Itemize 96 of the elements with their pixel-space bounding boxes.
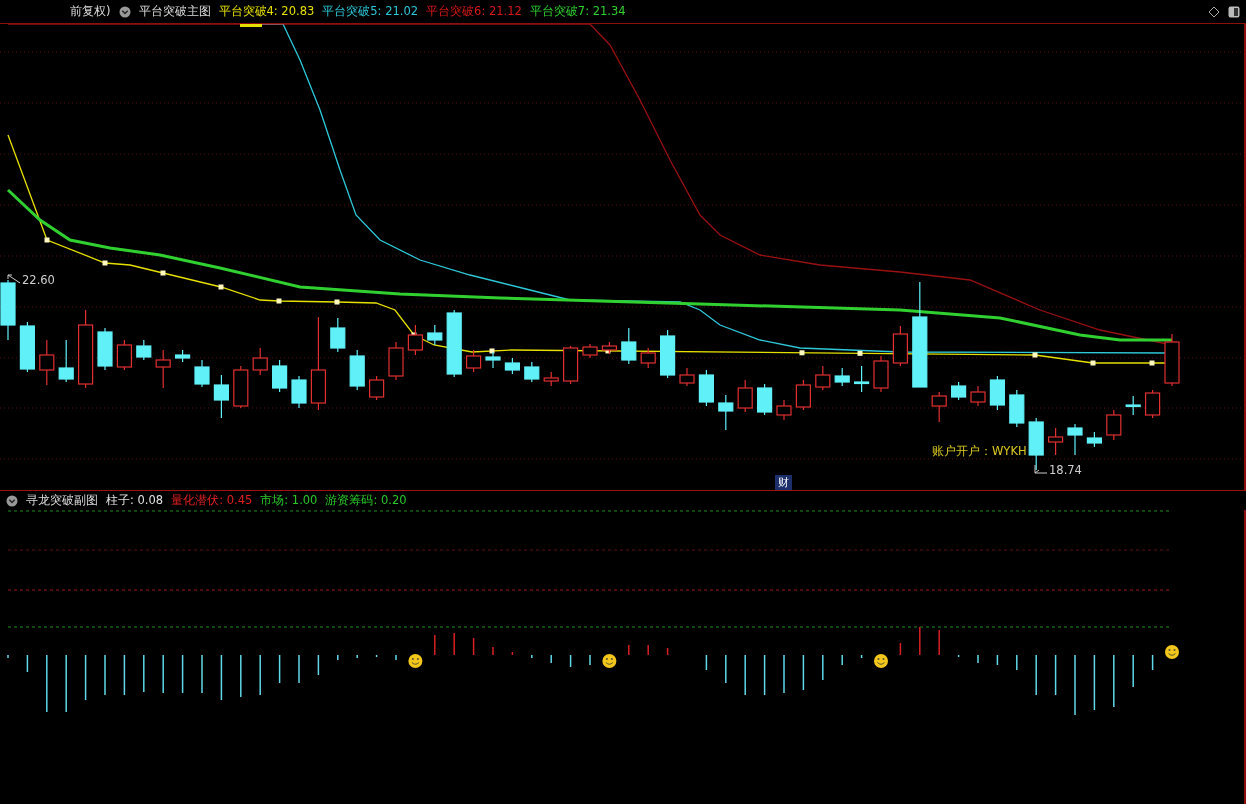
collapse-icon[interactable]: [6, 494, 18, 507]
high-price-label: 22.60: [22, 273, 55, 287]
indicator-value: 平台突破4: 20.83: [218, 4, 315, 19]
candlestick: [776, 399, 792, 421]
indicator-value: 市场: 1.00: [260, 493, 318, 508]
candlestick: [543, 371, 559, 387]
candlestick: [660, 329, 676, 379]
indicator-value: 柱子: 0.08: [106, 493, 164, 508]
candlestick: [757, 383, 773, 416]
candlestick: [1009, 389, 1025, 428]
candlestick: [291, 375, 307, 409]
candlestick: [1028, 417, 1044, 471]
candlestick: [698, 369, 714, 407]
point-marker: [276, 298, 282, 304]
smiley-icon: [1165, 645, 1179, 659]
candlestick: [0, 279, 16, 341]
main-chart-title: 平台突破主图: [138, 4, 211, 19]
point-marker: [1032, 352, 1038, 358]
account-note: 账户开户：WYKH: [932, 444, 1027, 459]
candlestick: [58, 339, 74, 383]
candlestick: [563, 345, 579, 385]
candlestick: [155, 349, 171, 389]
point-marker: [160, 270, 166, 276]
candlestick: [601, 341, 617, 355]
indicator-value: 量化潜伏: 0.45: [171, 493, 253, 508]
arrow-icon: [7, 274, 21, 284]
candlestick: [582, 343, 598, 359]
candlestick: [873, 355, 889, 393]
point-marker: [857, 350, 863, 356]
indicator-value: 平台突破7: 21.34: [529, 4, 626, 19]
candlestick: [427, 324, 443, 346]
candlestick: [737, 379, 753, 413]
candlestick: [252, 347, 268, 376]
indicator-value: 游资筹码: 0.20: [325, 493, 407, 508]
candlestick: [951, 381, 967, 401]
candlestick: [970, 385, 986, 407]
indicator-value: 平台突破5: 21.02: [322, 4, 419, 19]
candlestick: [1145, 389, 1161, 419]
candlestick: [640, 347, 656, 369]
low-price-label: 18.74: [1049, 463, 1082, 477]
candlestick: [136, 339, 152, 361]
candlestick: [233, 365, 249, 409]
candlestick: [1106, 409, 1122, 441]
candlestick: [524, 361, 540, 383]
candlestick: [1164, 333, 1180, 387]
candlestick: [388, 341, 404, 381]
candlestick: [369, 375, 385, 401]
candlestick: [679, 367, 695, 387]
candlestick: [504, 357, 520, 375]
panel-toggle-icon[interactable]: [1228, 5, 1240, 18]
highlight-mark: [240, 24, 262, 27]
candlestick: [892, 325, 908, 367]
candlestick: [795, 379, 811, 411]
candlestick: [931, 391, 947, 423]
candlestick: [116, 339, 132, 371]
diamond-icon[interactable]: [1208, 5, 1220, 18]
finance-marker[interactable]: 财: [775, 475, 792, 490]
candlestick: [39, 339, 55, 386]
candlestick: [834, 367, 850, 387]
candlestick: [175, 349, 191, 363]
point-marker: [1149, 360, 1155, 366]
smiley-icon: [408, 654, 423, 668]
candlestick: [19, 321, 35, 373]
candlestick: [194, 359, 210, 388]
candlestick: [485, 351, 501, 369]
candlestick: [466, 349, 482, 373]
candlestick: [272, 359, 288, 393]
candlestick: [407, 324, 423, 356]
indicator-value: 平台突破6: 21.12: [426, 4, 522, 19]
candlestick: [330, 317, 346, 353]
candlestick: [621, 327, 637, 365]
adjust-label: 前复权): [70, 4, 111, 19]
smiley-icon: [602, 654, 617, 668]
candlestick: [446, 309, 462, 378]
candlestick: [989, 375, 1005, 411]
candlestick: [1048, 427, 1064, 456]
candlestick: [718, 394, 734, 431]
candlestick: [349, 349, 365, 391]
candlestick: [1067, 423, 1083, 456]
smiley-icon: [874, 654, 888, 668]
collapse-icon[interactable]: [118, 5, 131, 18]
point-marker: [1090, 360, 1096, 366]
candlestick: [213, 374, 229, 419]
candlestick: [1125, 395, 1141, 416]
point-marker: [334, 299, 340, 305]
arrow-icon: [1034, 464, 1048, 474]
sub-chart-title: 寻龙突破副图: [26, 493, 98, 508]
point-marker: [218, 284, 224, 290]
point-marker: [44, 237, 50, 243]
candlestick: [1086, 431, 1102, 448]
candlestick: [854, 365, 870, 393]
point-marker: [102, 260, 108, 266]
candlestick: [97, 327, 113, 371]
point-marker: [799, 350, 805, 356]
point-marker: [489, 348, 495, 354]
candlestick: [815, 365, 831, 391]
